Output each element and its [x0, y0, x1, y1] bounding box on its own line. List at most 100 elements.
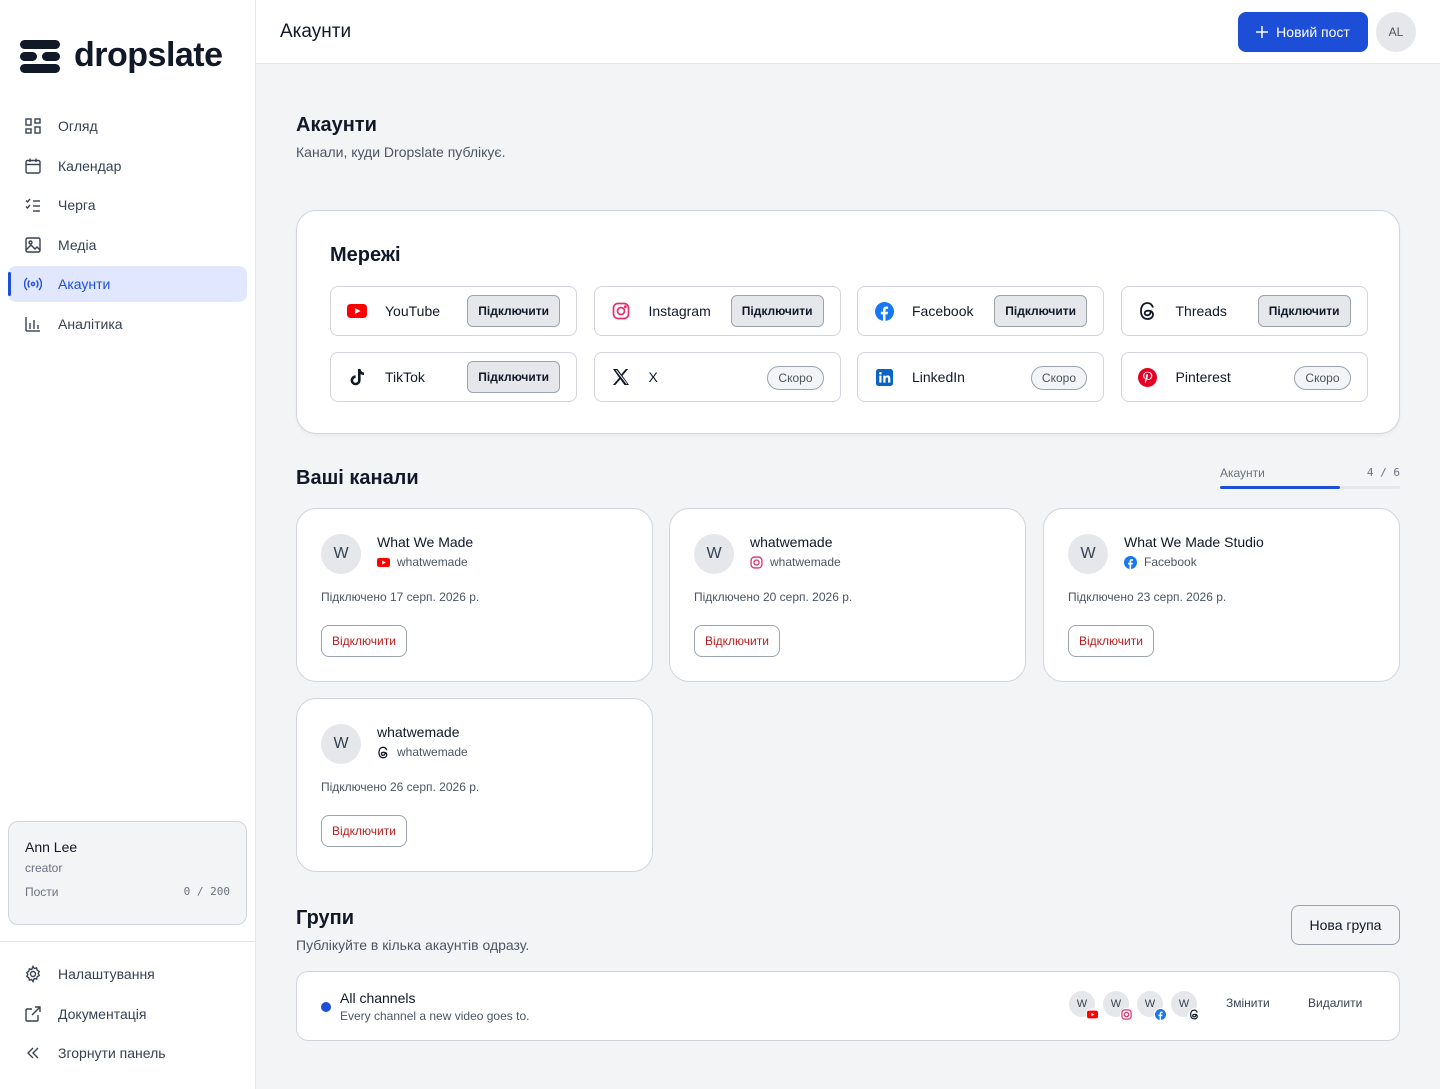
group-name: All channels	[340, 990, 416, 1006]
checklist-icon	[25, 198, 40, 212]
networks-title: Мережі	[330, 244, 401, 266]
channel-connected-date: Підключено 26 серп. 2026 р.	[321, 780, 480, 794]
network-pinterest: Pinterest Скоро	[1120, 352, 1368, 402]
network-x: X Скоро	[593, 352, 841, 402]
threads-icon	[1138, 301, 1158, 321]
network-threads: Threads Підключити	[1120, 286, 1368, 336]
channel-connected-date: Підключено 20 серп. 2026 р.	[694, 590, 853, 604]
sidebar-item-overview[interactable]: Огляд	[8, 108, 247, 144]
group-color-dot	[321, 1002, 331, 1012]
network-name: Threads	[1175, 303, 1227, 319]
instagram-icon	[611, 301, 631, 321]
group-description: Every channel a new video goes to.	[340, 1009, 530, 1023]
channel-name: What We Made Studio	[1124, 534, 1264, 550]
networks-grid: YouTube Підключити Instagram Підключити …	[330, 286, 1368, 402]
logo-icon	[20, 38, 60, 74]
facebook-icon	[1124, 555, 1137, 569]
channel-handle-text: whatwemade	[770, 555, 841, 569]
quota-label: Акаунти	[1220, 466, 1265, 480]
channel-connected-date: Підключено 17 серп. 2026 р.	[321, 590, 480, 604]
channel-card: W What We Made whatwemade Підключено 17 …	[296, 508, 653, 682]
user-avatar[interactable]: AL	[1376, 12, 1416, 52]
channels-title: Ваші канали	[296, 467, 419, 489]
groups-title: Групи	[296, 907, 355, 929]
disconnect-button[interactable]: Відключити	[694, 625, 780, 657]
connect-facebook-button[interactable]: Підключити	[994, 295, 1087, 327]
plus-icon	[1256, 26, 1269, 38]
network-name: LinkedIn	[912, 369, 965, 385]
member-avatar: W	[1171, 991, 1201, 1021]
pinterest-icon	[1138, 367, 1158, 387]
sidebar-item-label: Документація	[58, 1005, 147, 1022]
network-tiktok: TikTok Підключити	[330, 352, 577, 402]
external-link-icon	[25, 1005, 41, 1022]
group-members: W W W W	[1069, 991, 1201, 1021]
channel-name: whatwemade	[750, 534, 833, 550]
channel-handle: whatwemade	[750, 555, 841, 569]
sidebar-bottom-nav: Налаштування Документація Згорнути панел…	[8, 956, 247, 1075]
sidebar-item-calendar[interactable]: Календар	[8, 148, 247, 184]
page-title: Акаунти	[296, 114, 377, 136]
youtube-icon	[1087, 1010, 1098, 1019]
sidebar-item-label: Згорнути панель	[58, 1045, 166, 1061]
user-name: Ann Lee	[25, 839, 78, 855]
sidebar-item-label: Черга	[58, 197, 96, 213]
youtube-icon	[347, 301, 367, 321]
networks-panel: Мережі YouTube Підключити Instagram Підк…	[296, 210, 1400, 434]
grid-icon	[25, 118, 41, 134]
network-name: Instagram	[648, 303, 711, 319]
member-avatar: W	[1137, 991, 1167, 1021]
sidebar-item-label: Налаштування	[58, 966, 155, 982]
new-post-label: Новий пост	[1276, 24, 1350, 40]
delete-group-button[interactable]: Видалити	[1308, 996, 1362, 1010]
edit-group-button[interactable]: Змінити	[1226, 996, 1270, 1010]
channel-handle: whatwemade	[377, 555, 468, 569]
calendar-icon	[25, 158, 41, 174]
instagram-icon	[1121, 1009, 1132, 1020]
channel-card: W What We Made Studio Facebook Підключен…	[1043, 508, 1400, 682]
threads-icon	[1190, 1009, 1198, 1020]
sidebar-item-collapse[interactable]: Згорнути панель	[8, 1035, 247, 1071]
sidebar-item-accounts[interactable]: Акаунти	[8, 266, 247, 302]
sidebar-item-label: Медіа	[58, 236, 97, 253]
new-group-button[interactable]: Нова група	[1291, 905, 1400, 945]
soon-badge: Скоро	[767, 366, 824, 390]
user-posts: Пости 0 / 200	[25, 885, 230, 899]
connect-youtube-button[interactable]: Підключити	[467, 295, 560, 327]
disconnect-button[interactable]: Відключити	[1068, 625, 1154, 657]
sidebar-item-media[interactable]: Медіа	[8, 227, 247, 263]
channel-card: W whatwemade whatwemade Підключено 26 се…	[296, 698, 653, 872]
youtube-icon	[377, 557, 390, 567]
network-name: Pinterest	[1175, 369, 1231, 385]
posts-value: 0 / 200	[183, 885, 230, 898]
member-avatar: W	[1103, 991, 1133, 1021]
linkedin-icon	[874, 367, 894, 387]
channel-handle-text: Facebook	[1144, 555, 1197, 569]
broadcast-icon	[24, 277, 42, 291]
sidebar-item-label: Аналітика	[58, 315, 123, 332]
bar-chart-icon	[25, 316, 40, 332]
network-name: Facebook	[912, 303, 974, 319]
connect-instagram-button[interactable]: Підключити	[730, 295, 824, 327]
disconnect-button[interactable]: Відключити	[321, 625, 407, 657]
x-icon	[611, 367, 631, 387]
sidebar-item-settings[interactable]: Налаштування	[8, 956, 247, 992]
channel-avatar: W	[321, 534, 361, 574]
logo[interactable]: dropslate	[20, 36, 223, 75]
disconnect-button[interactable]: Відключити	[321, 815, 407, 847]
channel-avatar: W	[694, 534, 734, 574]
gear-icon	[25, 965, 41, 983]
network-youtube: YouTube Підключити	[330, 286, 577, 336]
connect-threads-button[interactable]: Підключити	[1257, 295, 1351, 327]
sidebar-item-queue[interactable]: Черга	[8, 187, 247, 223]
channel-handle: whatwemade	[377, 745, 468, 759]
channel-name: What We Made	[377, 534, 474, 550]
user-card[interactable]: Ann Lee creator Пости 0 / 200	[8, 821, 247, 925]
sidebar-item-analytics[interactable]: Аналітика	[8, 306, 247, 342]
new-post-button[interactable]: Новий пост	[1238, 12, 1368, 52]
chevrons-left-icon	[27, 1047, 39, 1059]
sidebar-nav: Огляд Календар Черга Медіа Акаунти Аналі…	[8, 108, 247, 345]
connect-tiktok-button[interactable]: Підключити	[467, 361, 560, 393]
sidebar-item-docs[interactable]: Документація	[8, 996, 247, 1032]
topbar-title: Акаунти	[280, 21, 352, 42]
